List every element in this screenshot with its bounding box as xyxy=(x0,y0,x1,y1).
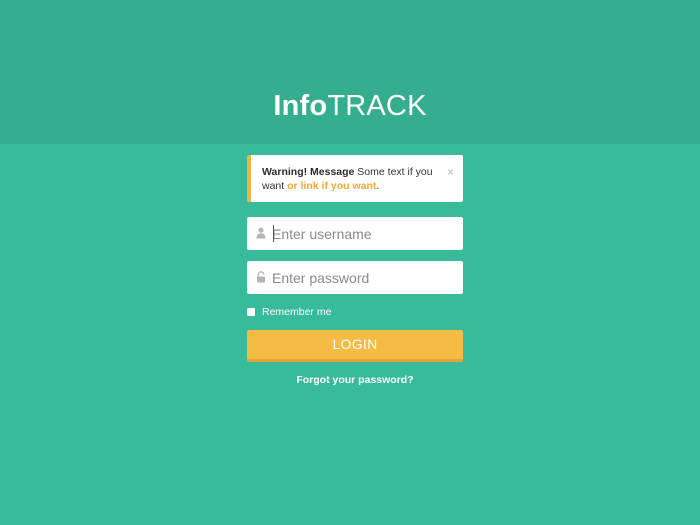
user-icon xyxy=(256,227,266,239)
login-button[interactable]: LOGIN xyxy=(247,330,463,362)
text-caret xyxy=(273,225,274,242)
username-input[interactable] xyxy=(272,217,457,250)
remember-checkbox[interactable] xyxy=(247,308,255,316)
password-input[interactable] xyxy=(272,261,457,294)
warning-alert: Warning! Message Some text if you want o… xyxy=(247,155,463,202)
alert-title: Warning! Message xyxy=(262,166,355,178)
logo-bold-text: Info xyxy=(273,90,328,122)
close-icon[interactable]: × xyxy=(447,165,454,180)
logo-light-text: TRACK xyxy=(327,90,427,122)
alert-link[interactable]: or link if you want xyxy=(287,180,376,192)
lock-icon xyxy=(257,271,265,283)
username-field[interactable] xyxy=(247,217,463,250)
remember-label[interactable]: Remember me xyxy=(262,306,331,318)
password-field[interactable] xyxy=(247,261,463,294)
forgot-password-link[interactable]: Forgot your password? xyxy=(247,374,463,387)
alert-suffix: . xyxy=(376,179,380,192)
app-logo: InfoTRACK xyxy=(0,88,700,124)
